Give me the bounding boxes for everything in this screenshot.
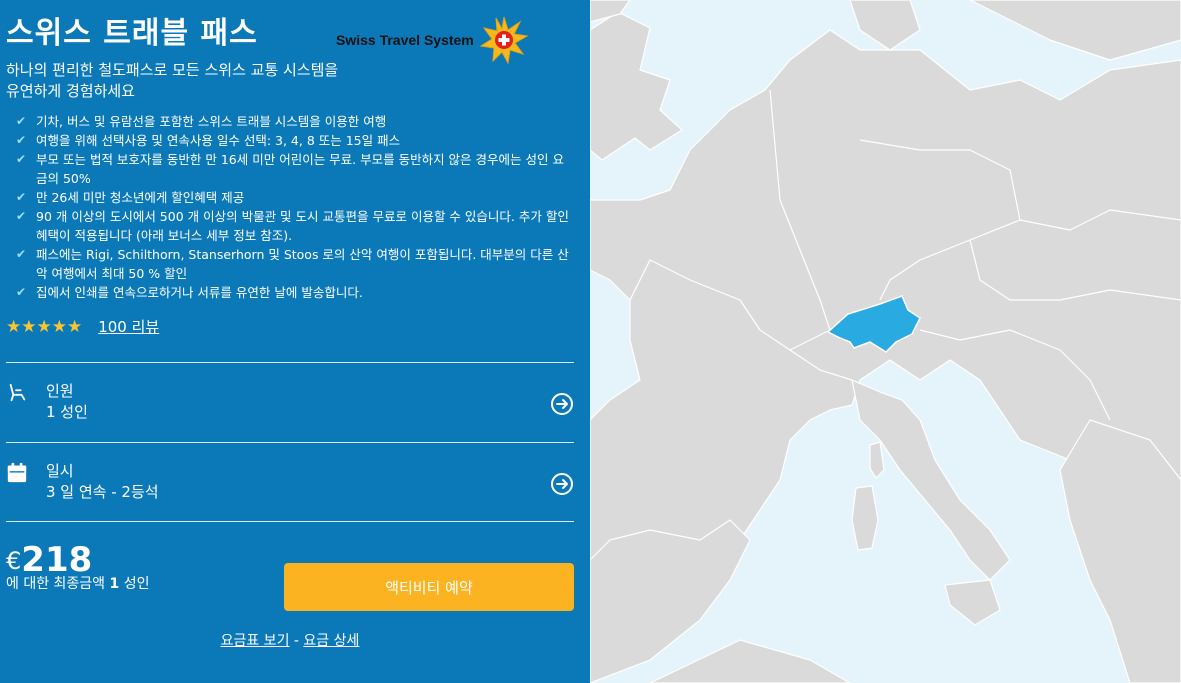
total-price: €218 bbox=[6, 540, 92, 580]
travellers-selector[interactable]: 인원 1 성인 bbox=[6, 374, 574, 436]
check-icon: ✔ bbox=[16, 152, 27, 166]
product-panel: 스위스 트래블 패스 Swiss Travel System 하나의 편리한 철… bbox=[0, 0, 590, 683]
feature-item: ✔ 부모 또는 법적 보호자를 동반한 만 16세 미만 어린이는 무료. 부모를… bbox=[16, 152, 564, 186]
feature-item: ✔ 기차, 버스 및 유람선을 포함한 스위스 트래블 시스템을 이용한 여행 bbox=[16, 114, 387, 129]
feature-item: ✔ 패스에는 Rigi, Schilthorn, Stanserhorn 및 St… bbox=[16, 247, 569, 281]
check-icon: ✔ bbox=[16, 114, 27, 128]
subtitle: 하나의 편리한 철도패스로 모든 스위스 교통 시스템을 유연하게 경험하세요 bbox=[6, 61, 339, 100]
check-icon: ✔ bbox=[16, 190, 27, 204]
check-icon: ✔ bbox=[16, 247, 27, 261]
feature-item: ✔ 만 26세 미만 청소년에게 할인혜택 제공 bbox=[16, 190, 245, 205]
feature-list: ✔ 기차, 버스 및 유람선을 포함한 스위스 트래블 시스템을 이용한 여행 ✔… bbox=[16, 112, 571, 302]
book-activity-button[interactable]: 액티비티 예약 bbox=[284, 563, 574, 611]
europe-map bbox=[590, 0, 1181, 683]
feature-item: ✔ 집에서 인쇄를 연속으로하거나 서류를 유연한 날에 발송합니다. bbox=[16, 285, 363, 300]
feature-item: ✔ 여행을 위해 선택사용 및 연속사용 일수 선택: 3, 4, 8 또는 15… bbox=[16, 133, 401, 148]
price-amount: 218 bbox=[21, 540, 93, 580]
divider bbox=[6, 521, 574, 522]
calendar-icon bbox=[7, 462, 27, 483]
rating: ★★★★★ 100 리뷰 bbox=[6, 316, 159, 337]
divider bbox=[6, 362, 574, 363]
reviews-link[interactable]: 100 리뷰 bbox=[98, 316, 159, 337]
date-value: 3 일 연속 - 2등석 bbox=[46, 483, 159, 501]
travellers-label: 인원 bbox=[46, 382, 74, 400]
arrow-right-circle-icon[interactable] bbox=[550, 392, 574, 416]
price-currency: € bbox=[6, 547, 22, 575]
swiss-star-icon bbox=[479, 16, 528, 64]
fare-links: 요금표 보기 - 요금 상세 bbox=[0, 630, 580, 650]
arrow-right-circle-icon[interactable] bbox=[550, 472, 574, 496]
fare-details-link[interactable]: 요금 상세 bbox=[303, 633, 359, 649]
swiss-travel-system-logo: Swiss Travel System bbox=[336, 16, 528, 64]
check-icon: ✔ bbox=[16, 209, 27, 223]
page-title: 스위스 트래블 패스 bbox=[6, 16, 258, 51]
star-rating-icon: ★★★★★ bbox=[6, 316, 83, 337]
price-note: 에 대한 최종금액 1 성인 bbox=[6, 576, 150, 592]
travellers-value: 1 성인 bbox=[46, 403, 88, 421]
fare-table-link[interactable]: 요금표 보기 bbox=[221, 633, 290, 649]
logo-text: Swiss Travel System bbox=[336, 32, 474, 48]
divider bbox=[6, 442, 574, 443]
date-selector[interactable]: 일시 3 일 연속 - 2등석 bbox=[6, 454, 574, 516]
date-label: 일시 bbox=[46, 462, 74, 480]
check-icon: ✔ bbox=[16, 133, 27, 147]
check-icon: ✔ bbox=[16, 285, 27, 299]
link-separator: - bbox=[289, 633, 304, 649]
seat-icon bbox=[9, 383, 26, 402]
feature-item: ✔ 90 개 이상의 도시에서 500 개 이상의 박물관 및 도시 교통편을 무… bbox=[16, 209, 569, 243]
